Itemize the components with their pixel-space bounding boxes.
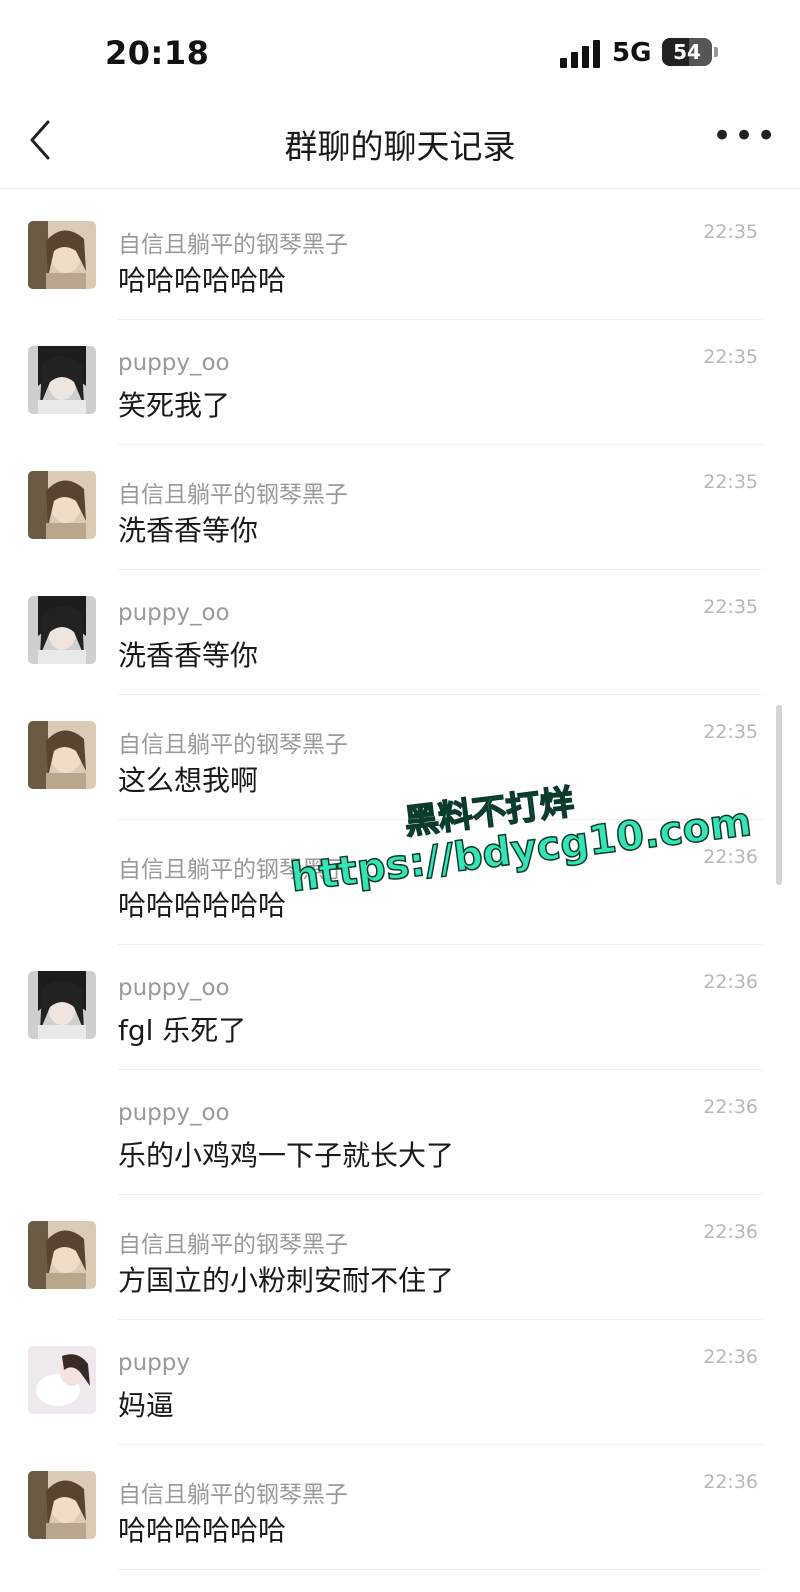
message-row[interactable]: puppy 22:36 妈逼 <box>0 1320 800 1445</box>
message-time: 22:35 <box>703 721 758 743</box>
message-text: 这么想我啊 <box>118 764 259 797</box>
sender-name: puppy_oo <box>118 975 230 1001</box>
signal-icon <box>560 40 602 68</box>
avatar[interactable] <box>28 1471 96 1539</box>
avatar[interactable] <box>28 1221 96 1289</box>
avatar[interactable] <box>28 971 96 1039</box>
message-text: 洗香香等你 <box>118 639 259 672</box>
message-text: 乐的小鸡鸡一下子就长大了 <box>118 1139 455 1172</box>
message-text: 哈哈哈哈哈哈 <box>118 264 287 297</box>
sender-name: puppy <box>118 1350 190 1376</box>
message-row[interactable]: 自信且躺平的钢琴黑子 22:36 哈哈哈哈哈哈 <box>0 820 800 945</box>
message-time: 22:36 <box>703 1471 758 1493</box>
network-type: 5G <box>612 38 652 68</box>
battery-percent: 54 <box>673 40 701 64</box>
message-row[interactable]: puppy_oo 22:35 笑死我了 <box>0 320 800 445</box>
sender-name: puppy_oo <box>118 600 230 626</box>
battery-icon: 54 <box>662 38 712 66</box>
message-row[interactable]: 自信且躺平的钢琴黑子 22:35 洗香香等你 <box>0 445 800 570</box>
message-time: 22:35 <box>703 221 758 243</box>
message-time: 22:35 <box>703 471 758 493</box>
sender-name: 自信且躺平的钢琴黑子 <box>118 1232 348 1258</box>
sender-name: 自信且躺平的钢琴黑子 <box>118 732 348 758</box>
message-text: 笑死我了 <box>118 389 231 422</box>
message-row[interactable]: 自信且躺平的钢琴黑子 22:36 方国立的小粉刺安耐不住了 <box>0 1195 800 1320</box>
message-row[interactable]: puppy_oo 22:36 乐的小鸡鸡一下子就长大了 <box>0 1070 800 1195</box>
message-row[interactable]: 自信且躺平的钢琴黑子 22:35 哈哈哈哈哈哈 <box>0 195 800 320</box>
avatar[interactable] <box>28 346 96 414</box>
message-text: 妈逼 <box>118 1389 175 1422</box>
message-time: 22:36 <box>703 846 758 868</box>
divider <box>118 1569 764 1570</box>
avatar[interactable] <box>28 1346 96 1414</box>
battery-cap <box>714 47 718 57</box>
scrollbar[interactable] <box>776 705 782 885</box>
avatar[interactable] <box>28 596 96 664</box>
message-time: 22:36 <box>703 971 758 993</box>
message-time: 22:36 <box>703 1096 758 1118</box>
message-row[interactable]: 自信且躺平的钢琴黑子 22:36 哈哈哈哈哈哈 <box>0 1445 800 1570</box>
status-time: 20:18 <box>105 34 210 72</box>
message-text: 哈哈哈哈哈哈 <box>118 889 287 922</box>
sender-name: 自信且躺平的钢琴黑子 <box>118 482 348 508</box>
message-row[interactable]: puppy_oo 22:36 fgl 乐死了 <box>0 945 800 1070</box>
message-time: 22:36 <box>703 1346 758 1368</box>
message-time: 22:35 <box>703 346 758 368</box>
message-time: 22:35 <box>703 596 758 618</box>
sender-name: 自信且躺平的钢琴黑子 <box>118 232 348 258</box>
message-text: 哈哈哈哈哈哈 <box>118 1514 287 1547</box>
avatar[interactable] <box>28 721 96 789</box>
message-text: fgl 乐死了 <box>118 1014 247 1047</box>
page-title: 群聊的聊天记录 <box>284 127 516 166</box>
message-row[interactable]: 自信且躺平的钢琴黑子 22:35 这么想我啊 <box>0 695 800 820</box>
status-bar: 20:18 5G 54 <box>0 0 800 100</box>
message-list: 自信且躺平的钢琴黑子 22:35 哈哈哈哈哈哈 puppy_oo 22:35 笑死我了 自信… <box>0 195 800 1570</box>
message-time: 22:36 <box>703 1221 758 1243</box>
message-text: 洗香香等你 <box>118 514 259 547</box>
more-icon[interactable]: ••• <box>712 119 776 156</box>
nav-bar: 群聊的聊天记录 ••• <box>0 100 800 189</box>
message-text: 方国立的小粉刺安耐不住了 <box>118 1264 455 1297</box>
sender-name: 自信且躺平的钢琴黑子 <box>118 857 348 883</box>
sender-name: puppy_oo <box>118 350 230 376</box>
avatar[interactable] <box>28 471 96 539</box>
sender-name: puppy_oo <box>118 1100 230 1126</box>
avatar[interactable] <box>28 221 96 289</box>
sender-name: 自信且躺平的钢琴黑子 <box>118 1482 348 1508</box>
message-row[interactable]: puppy_oo 22:35 洗香香等你 <box>0 570 800 695</box>
